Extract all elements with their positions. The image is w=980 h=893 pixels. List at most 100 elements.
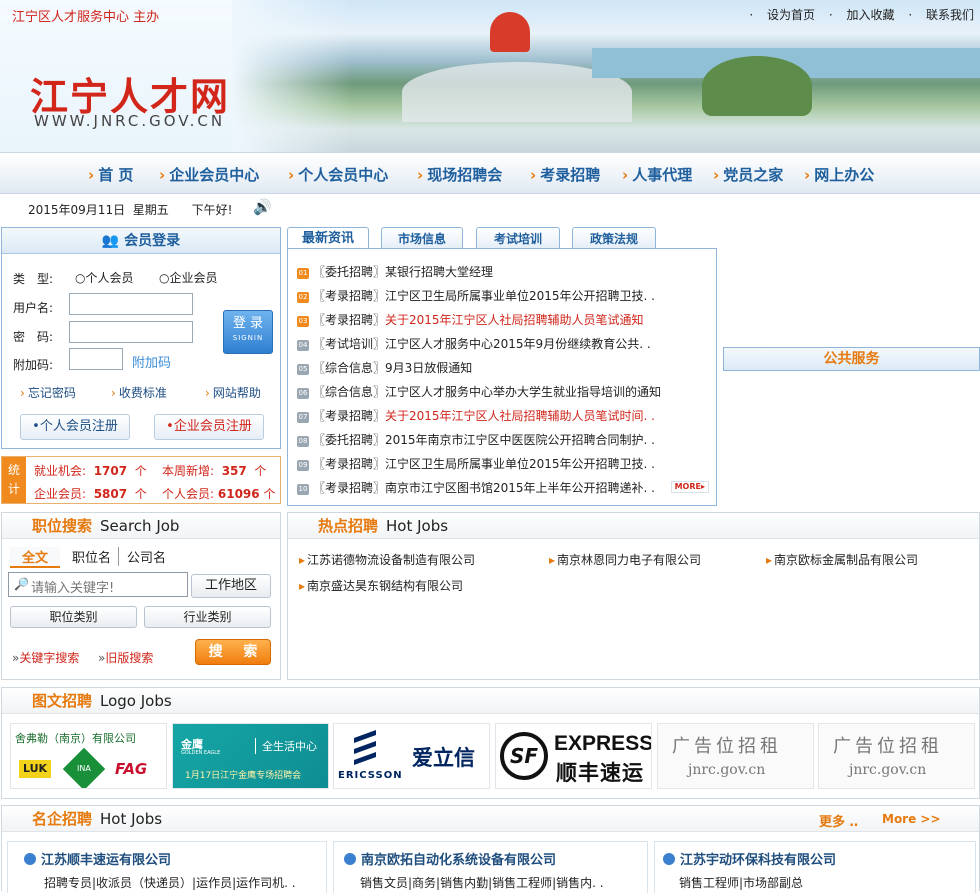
news-item[interactable]: 06 〖综合信息〗江宁区人才服务中心举办大学生就业指导培训的通知 [297,383,661,400]
nav-personnel-agency[interactable]: 人事代理 [622,164,692,185]
company-name[interactable]: 江苏顺丰速运有限公司 [24,849,171,868]
golden-eagle-event: 1月17日江宁金鹰专场招聘会 [185,771,302,781]
forgot-password-link[interactable]: 忘记密码 [20,384,76,401]
password-label: 密 码: [13,330,54,344]
stat-jobs: 就业机会: 1707 个 [34,464,147,478]
news-item[interactable]: 05 〖综合信息〗9月3日放假通知 [297,359,472,376]
search-icon: 🔎 [14,577,29,591]
fee-standard-link[interactable]: 收费标准 [111,384,167,401]
current-date: 2015年09月11日 [28,203,126,217]
nav-online-office[interactable]: 网上办公 [804,164,874,185]
stat-week-new: 本周新增: 357 个 [162,464,267,478]
more-link-en[interactable]: More >> [882,812,941,826]
site-help-link[interactable]: 网站帮助 [205,384,261,401]
hot-job-item[interactable]: 南京盛达昊东钢结构有限公司 [299,577,463,594]
job-category-button[interactable]: 职位类别 [10,606,137,628]
logo-tile-ad-1[interactable]: 广告位招租 jnrc.gov.cn [657,723,814,789]
hot-job-item[interactable]: 江苏诺德物流设备制造有限公司 [299,551,475,568]
company-name[interactable]: 南京欧拓自动化系统设备有限公司 [344,849,556,868]
username-input[interactable] [69,293,193,315]
luk-logo: LUK [19,760,51,778]
hot-jobs-panel: 热点招聘Hot Jobs 江苏诺德物流设备制造有限公司 南京林恩同力电子有限公司… [287,512,980,680]
news-item[interactable]: 10 〖考录招聘〗南京市江宁区图书馆2015年上半年公开招聘递补. . [297,479,655,496]
hot-jobs-header: 热点招聘 Hot Jobs [288,513,979,539]
ad-text: 广告位招租 [833,736,943,757]
news-item[interactable]: 01 〖委托招聘〗某银行招聘大堂经理 [297,263,493,280]
add-favorite-link[interactable]: · 加入收藏 [829,8,895,22]
contact-link[interactable]: · 联系我们 [908,8,974,22]
register-personal-button[interactable]: •个人会员注册 [20,414,130,440]
captcha-image[interactable]: 附加码 [132,352,171,371]
news-item[interactable]: 07 〖考录招聘〗关于2015年江宁区人社局招聘辅助人员笔试时间. . [297,407,655,424]
member-login-panel: 👥 会员登录 类 型: ○个人会员 ○企业会员 用户名: 密 码: 附加码: 附… [1,227,281,449]
golden-eagle-brand-en: GOLDEN EAGLE [181,750,221,756]
company-card[interactable]: 南京欧拓自动化系统设备有限公司 销售文员|商务|销售内勤|销售工程师|销售内. … [333,841,648,893]
company-card[interactable]: 江苏顺丰速运有限公司 招聘专员|收派员（快递员）|运作员|运作司机. . [7,841,327,893]
company-card[interactable]: 江苏宇动环保科技有限公司 销售工程师|市场部副总 [654,841,976,893]
nav-personal-center[interactable]: 个人会员中心 [288,164,388,185]
schaeffler-title: 舍弗勒（南京）有限公司 [15,732,136,745]
search-button[interactable]: 搜 索 [195,639,271,665]
hot-job-item[interactable]: 南京林恩同力电子有限公司 [549,551,701,568]
radio-icon: ○ [159,271,170,285]
nav-job-fair[interactable]: 现场招聘会 [417,164,502,185]
captcha-input[interactable] [69,348,123,370]
logo-tile-schaeffler[interactable]: 舍弗勒（南京）有限公司 LUK INA FAG [10,723,167,789]
company-jobs[interactable]: 销售工程师|市场部副总 [679,874,803,891]
company-jobs[interactable]: 招聘专员|收派员（快递员）|运作员|运作司机. . [44,874,296,891]
keyword-input[interactable]: 🔎 请输入关键字! [8,572,188,597]
hot-job-item[interactable]: 南京欧标金属制品有限公司 [766,551,918,568]
type-personal-radio[interactable]: ○个人会员 [75,269,134,286]
golden-eagle-slogan: 全生活中心 [255,738,317,754]
company-name[interactable]: 江苏宇动环保科技有限公司 [663,849,836,868]
banner-trees [702,56,812,116]
job-search-panel: 职位搜索 Search Job 全文 职位名 公司名 🔎 请输入关键字! 工作地区… [1,512,281,680]
sf-express-cn: 顺丰速运 [556,761,644,785]
site-header: 江宁区人才服务中心 主办 · 设为首页 · 加入收藏 · 联系我们 江宁人才网 … [0,0,980,152]
logo-tile-ericsson[interactable]: ERICSSON 爱立信 [333,723,490,789]
tab-exam-training[interactable]: 考试培训 [476,227,560,249]
tab-market-info[interactable]: 市场信息 [381,227,463,249]
tab-policy[interactable]: 政策法规 [572,227,656,249]
speaker-icon[interactable]: 🔊 [253,198,272,216]
ad-url: jnrc.gov.cn [688,762,766,778]
ad-url: jnrc.gov.cn [849,762,927,778]
register-company-button[interactable]: •企业会员注册 [154,414,264,440]
login-button[interactable]: 登 录 SIGNIN [223,310,273,354]
search-tab-fulltext[interactable]: 全文 [10,547,60,568]
members-icon: 👥 [101,233,120,249]
company-jobs[interactable]: 销售文员|商务|销售内勤|销售工程师|销售内. . [360,874,604,891]
industry-category-button[interactable]: 行业类别 [144,606,271,628]
logo-tile-golden-eagle[interactable]: 金鹰 GOLDEN EAGLE 全生活中心 1月17日江宁金鹰专场招聘会 [172,723,329,789]
search-tab-company[interactable]: 公司名 [127,547,166,566]
logo-tile-sf-express[interactable]: SF EXPRESS 顺丰速运 [495,723,652,789]
more-link-cn[interactable]: 更多 ‥ [819,811,858,830]
captcha-label: 附加码: [13,358,54,372]
nav-company-center[interactable]: 企业会员中心 [159,164,259,185]
sf-mark: SF [500,732,548,780]
banner-fade [232,0,352,152]
nav-home[interactable]: 首 页 [88,164,133,185]
type-company-radio[interactable]: ○企业会员 [159,269,218,286]
news-item[interactable]: 08 〖委托招聘〗2015年南京市江宁区中医医院公开招聘合同制护. . [297,431,655,448]
keyword-search-link[interactable]: »关键字搜索 [12,649,79,666]
dots-icon: ‥ [849,815,859,830]
nav-exam-recruit[interactable]: 考录招聘 [530,164,600,185]
greeting: 下午好! [191,203,233,217]
password-input[interactable] [69,321,193,343]
news-item[interactable]: 04 〖考试培训〗江宁区人才服务中心2015年9月份继续教育公共. . [297,335,651,352]
logo-tile-ad-2[interactable]: 广告位招租 jnrc.gov.cn [818,723,975,789]
tab-latest-news[interactable]: 最新资讯 [287,227,369,250]
old-search-link[interactable]: »旧版搜索 [98,649,153,666]
set-homepage-link[interactable]: · 设为首页 [749,8,815,22]
public-service-header[interactable]: 公共服务 [723,347,980,371]
main-nav: 首 页 企业会员中心 个人会员中心 现场招聘会 考录招聘 人事代理 党员之家 网… [0,152,980,194]
news-item[interactable]: 09 〖考录招聘〗江宁区卫生局所属事业单位2015年公开招聘卫技. . [297,455,655,472]
news-item[interactable]: 03 〖考录招聘〗关于2015年江宁区人社局招聘辅助人员笔试通知 [297,311,644,328]
search-tab-jobname[interactable]: 职位名 [72,547,120,566]
work-area-button[interactable]: 工作地区 [191,574,271,598]
news-more-button[interactable]: MORE▸ [670,481,709,493]
nav-party-home[interactable]: 党员之家 [713,164,783,185]
news-item[interactable]: 02 〖考录招聘〗江宁区卫生局所属事业单位2015年公开招聘卫技. . [297,287,655,304]
ericsson-cn: 爱立信 [412,746,475,770]
